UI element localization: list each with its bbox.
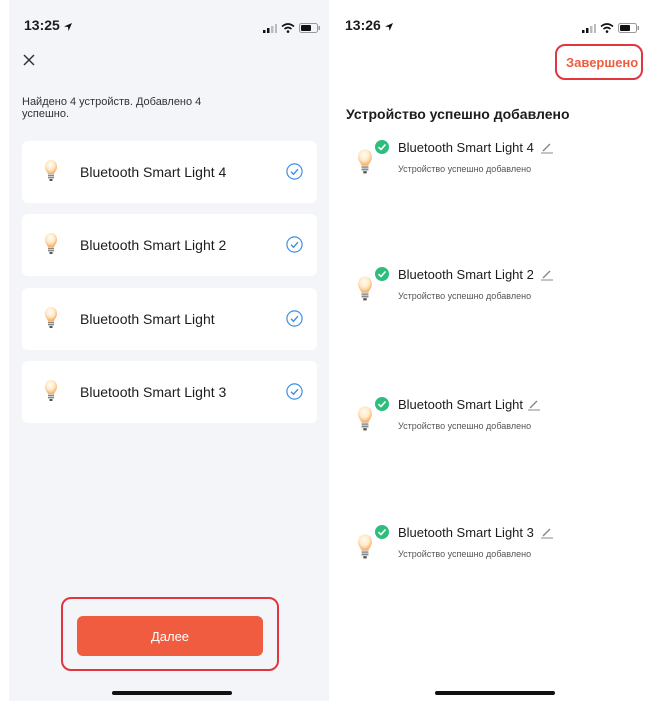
bulb-icon (44, 232, 58, 261)
home-indicator (112, 691, 232, 695)
check-circle-icon (286, 383, 303, 405)
bulb-icon (44, 306, 58, 335)
check-circle-icon (286, 310, 303, 332)
device-status: Устройство успешно добавлено (398, 549, 532, 559)
added-device-item: Bluetooth Smart Light 2 Устройство успеш… (355, 265, 635, 321)
pencil-icon[interactable] (540, 525, 554, 544)
success-check-icon (373, 265, 391, 283)
bulb-icon (44, 159, 58, 188)
check-circle-icon (286, 236, 303, 258)
success-heading: Устройство успешно добавлено (346, 106, 570, 122)
right-screen: 13:26 Завершено Устройство успешно добав… (337, 0, 653, 701)
left-screen: 13:25 Найдено 4 устройств. Добавлено 4 у… (9, 0, 329, 701)
device-status: Устройство успешно добавлено (398, 291, 532, 301)
status-time: 13:26 (345, 17, 381, 33)
wifi-icon (600, 20, 614, 38)
bulb-icon (357, 405, 373, 438)
check-circle-icon (286, 163, 303, 185)
device-name: Bluetooth Smart Light (398, 397, 524, 412)
device-name: Bluetooth Smart Light 3 (80, 384, 227, 400)
device-card[interactable]: Bluetooth Smart Light 4 (22, 141, 317, 203)
success-check-icon (373, 523, 391, 541)
bulb-icon (357, 275, 373, 308)
success-check-icon (373, 138, 391, 156)
device-name: Bluetooth Smart Light 4 (398, 140, 534, 155)
found-summary: Найдено 4 устройств. Добавлено 4 успешно… (22, 96, 202, 120)
status-bar: 13:26 (337, 0, 653, 44)
battery-icon (618, 20, 640, 38)
device-name: Bluetooth Smart Light 3 (398, 525, 534, 540)
home-indicator (435, 691, 555, 695)
wifi-icon (281, 20, 295, 38)
next-button[interactable]: Далее (77, 616, 263, 656)
close-icon[interactable] (20, 51, 38, 69)
bulb-icon (357, 533, 373, 566)
added-device-item: Bluetooth Smart Light 3 Устройство успеш… (355, 523, 635, 579)
location-arrow-icon (384, 19, 394, 37)
added-device-item: Bluetooth Smart Light Устройство успешно… (355, 395, 635, 451)
location-arrow-icon (63, 19, 73, 37)
bulb-icon (44, 379, 58, 408)
device-status: Устройство успешно добавлено (398, 164, 532, 174)
device-name: Bluetooth Smart Light (80, 311, 215, 327)
added-device-item: Bluetooth Smart Light 4 Устройство успеш… (355, 138, 635, 194)
battery-icon (299, 20, 321, 38)
device-name: Bluetooth Smart Light 4 (80, 164, 227, 180)
bulb-icon (357, 148, 373, 181)
status-bar: 13:25 (9, 0, 329, 44)
pencil-icon[interactable] (540, 267, 554, 286)
pencil-icon[interactable] (540, 140, 554, 159)
device-name: Bluetooth Smart Light 2 (398, 267, 534, 282)
device-name: Bluetooth Smart Light 2 (80, 237, 227, 253)
signal-icon (263, 20, 277, 38)
pencil-icon[interactable] (527, 397, 541, 416)
device-card[interactable]: Bluetooth Smart Light (22, 288, 317, 350)
done-button[interactable]: Завершено (566, 55, 638, 70)
device-status: Устройство успешно добавлено (398, 421, 532, 431)
device-card[interactable]: Bluetooth Smart Light 3 (22, 361, 317, 423)
device-card[interactable]: Bluetooth Smart Light 2 (22, 214, 317, 276)
status-time: 13:25 (24, 17, 60, 33)
success-check-icon (373, 395, 391, 413)
signal-icon (582, 20, 596, 38)
